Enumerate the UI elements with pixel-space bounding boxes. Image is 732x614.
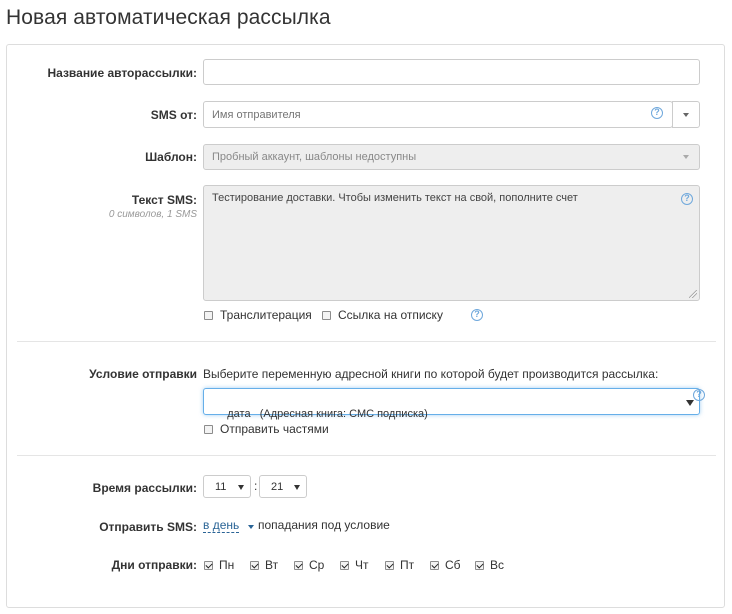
send-parts-checkbox[interactable] xyxy=(204,425,213,434)
template-label: Шаблон: xyxy=(145,150,197,164)
minute-value: 21 xyxy=(271,481,284,493)
minute-select[interactable]: 21 xyxy=(259,475,307,498)
section-divider xyxy=(17,455,716,456)
condition-select[interactable]: дата (Адресная книга: СМС подписка) xyxy=(203,388,700,420)
name-label: Название авторассылки: xyxy=(47,66,197,80)
day-checkbox[interactable] xyxy=(385,561,394,570)
day-checkbox[interactable] xyxy=(250,561,259,570)
send-days-label: Дни отправки: xyxy=(111,558,197,572)
sms-text-label: Текст SMS: xyxy=(131,193,197,207)
chevron-down-icon xyxy=(294,485,300,490)
day-checkbox[interactable] xyxy=(204,561,213,570)
send-parts-label: Отправить частями xyxy=(220,422,329,436)
unsubscribe-link-label: Ссылка на отписку xyxy=(338,308,443,322)
condition-select-value: дата (Адресная книга: СМС подписка) xyxy=(227,408,428,420)
condition-help-icon[interactable]: ? xyxy=(693,389,705,401)
sms-text-help-icon[interactable]: ? xyxy=(681,193,693,205)
sender-name-input[interactable] xyxy=(203,101,673,128)
send-time-label: Время рассылки: xyxy=(92,481,197,495)
transliteration-label: Транслитерация xyxy=(220,308,312,322)
time-separator: : xyxy=(254,479,258,493)
options-help-icon[interactable]: ? xyxy=(471,309,483,321)
sms-from-label: SMS от: xyxy=(150,108,197,122)
sms-text-value: Тестирование доставки. Чтобы изменить те… xyxy=(212,192,578,204)
unsubscribe-link-checkbox[interactable] xyxy=(322,311,331,320)
chevron-down-icon xyxy=(683,113,689,117)
day-label: Пт xyxy=(400,558,415,572)
day-label: Вс xyxy=(490,558,505,572)
day-checkbox[interactable] xyxy=(294,561,303,570)
day-checkbox[interactable] xyxy=(430,561,439,570)
frequency-dropdown[interactable]: в день xyxy=(203,519,240,533)
day-label: Сб xyxy=(445,558,461,572)
day-label: Чт xyxy=(355,558,369,572)
send-sms-label: Отправить SMS: xyxy=(99,520,197,534)
name-input[interactable] xyxy=(203,59,700,85)
chevron-down-icon xyxy=(686,400,694,406)
day-label: Пн xyxy=(219,558,235,572)
condition-label: Условие отправки xyxy=(89,367,197,381)
hour-value: 11 xyxy=(215,481,227,493)
template-select-value: Пробный аккаунт, шаблоны недоступны xyxy=(212,151,417,163)
resize-handle[interactable] xyxy=(689,290,697,298)
sender-help-icon[interactable]: ? xyxy=(651,107,663,119)
day-checkbox[interactable] xyxy=(340,561,349,570)
form-panel: Название авторассылки: SMS от: ? Шаблон:… xyxy=(6,44,725,608)
sms-counter: 0 символов, 1 SMS xyxy=(108,209,197,220)
section-divider xyxy=(17,341,716,342)
sender-dropdown-button[interactable] xyxy=(672,101,700,128)
sms-textarea[interactable]: Тестирование доставки. Чтобы изменить те… xyxy=(203,185,700,301)
condition-hint: Выберите переменную адресной книги по ко… xyxy=(203,367,659,381)
day-checkbox[interactable] xyxy=(475,561,484,570)
page-title: Новая автоматическая рассылка xyxy=(6,6,331,29)
day-label: Вт xyxy=(265,558,279,572)
send-sms-suffix: попадания под условие xyxy=(258,518,390,532)
day-label: Ср xyxy=(309,558,325,572)
template-select[interactable]: Пробный аккаунт, шаблоны недоступны xyxy=(203,144,700,170)
chevron-down-icon xyxy=(683,155,689,159)
transliteration-checkbox[interactable] xyxy=(204,311,213,320)
hour-select[interactable]: 11 xyxy=(203,475,251,498)
chevron-down-icon[interactable] xyxy=(248,525,254,529)
chevron-down-icon xyxy=(238,485,244,490)
